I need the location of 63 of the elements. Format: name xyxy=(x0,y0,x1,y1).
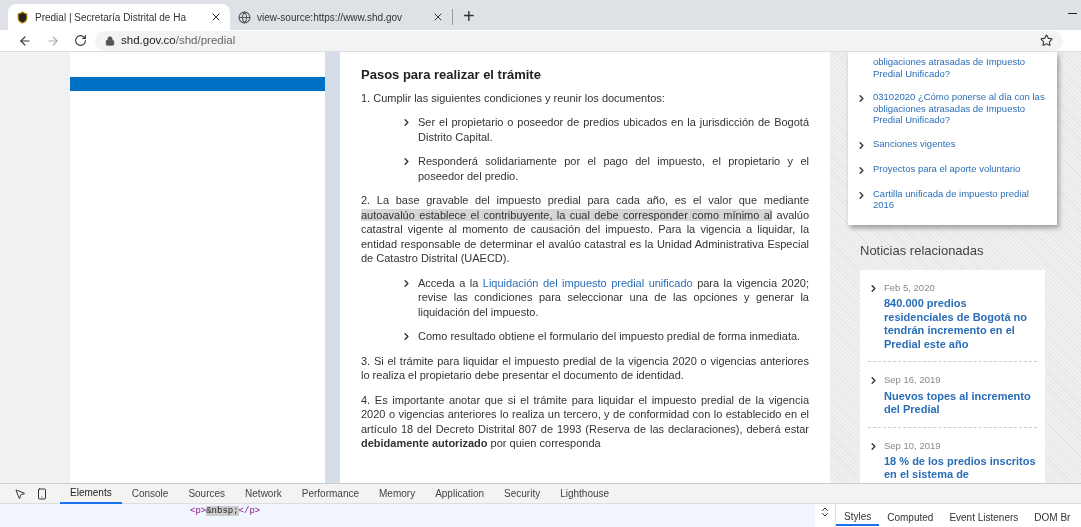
paragraph: 2. La base gravable del impuesto predial para cada año, es el valor que mediante autoavalúo establece el contribuyente, la cual debe corresponder como mínimo al avalúo catastral vigente al momento de causación del impuesto. Para la vigencia a liquidar, la entidad responsable de determinar el avalúo catastral es la Unidad Administrativa Especial de Catastro Distrital (UAECD). xyxy=(361,193,809,266)
devtools-tab[interactable]: Console xyxy=(121,483,179,504)
lock-icon xyxy=(105,35,115,46)
chevron-icon xyxy=(401,156,412,167)
devtools-tab[interactable]: Lighthouse xyxy=(550,483,620,504)
news-heading: Noticias relacionadas xyxy=(860,241,985,260)
link[interactable]: Liquidación del impuesto predial unificado xyxy=(482,276,693,289)
tab-title: Predial | Secretaría Distrital de Ha xyxy=(35,10,187,25)
globe-icon xyxy=(238,10,251,24)
browser-tab[interactable]: view-source:https://www.shd.gov xyxy=(230,4,452,30)
chevron-icon xyxy=(868,375,879,387)
styles-pane-tab[interactable]: Event Listeners xyxy=(941,508,1027,526)
browser-tab[interactable]: Predial | Secretaría Distrital de Ha xyxy=(8,4,230,30)
styles-pane-tab[interactable]: DOM Br xyxy=(1026,508,1079,526)
devtools-tab[interactable]: Memory xyxy=(369,483,426,504)
news-date: Sep 16, 2019 xyxy=(884,373,942,388)
back-icon[interactable] xyxy=(18,33,32,48)
scroll-arrows-icon[interactable] xyxy=(819,506,831,518)
chevron-icon xyxy=(868,283,879,294)
link[interactable]: 03102020 ¿Cómo ponerse al día con las obligaciones atrasadas de Impuesto Predial Unificado? xyxy=(873,91,1049,126)
new-tab-button[interactable]: + xyxy=(453,6,485,26)
address-bar[interactable]: shd.gov.co/shd/predial xyxy=(95,30,1063,51)
chevron-icon xyxy=(856,139,867,151)
chevron-icon xyxy=(401,331,412,342)
news-link[interactable]: 840.000 predios residenciales de Bogotá no tendrán incremento en el Predial este año xyxy=(884,297,1037,352)
chevron-icon xyxy=(856,164,867,176)
styles-pane-tab[interactable]: Styles xyxy=(836,508,880,526)
paragraph: 3. Si el trámite para liquidar el impuesto predial de la vigencia 2020 o vigencias anteriores lo realiza el propietario debe presentar el documento de identidad. xyxy=(361,353,809,383)
devtools-tab[interactable]: Network xyxy=(235,483,292,504)
link[interactable]: Sanciones vigentes xyxy=(873,137,956,151)
devtools-tab[interactable]: Performance xyxy=(291,483,369,504)
paragraph: 4. Es importante anotar que si el trámite para liquidar el impuesto predial de la vigencia 2020 o vigencias anteriores lo realiza un tercero, y de conformidad con lo establecido en el artículo 18 del Decreto Distrital 807 de 1993 (Reserva de las declaraciones), deberá estar debidamente autorizado por quien corresponda xyxy=(361,392,809,451)
news-link[interactable]: 18 % de los predios inscritos en el sistema de xyxy=(884,454,1037,482)
link[interactable]: obligaciones atrasadas de Impuesto Predial Unificado? xyxy=(873,56,1049,79)
news-link[interactable]: Nuevos topes al incremento del Predial xyxy=(884,389,1037,417)
list-item-text: Acceda a la Liquidación del impuesto predial unificado para la vigencia 2020; revise las condiciones para seleccionar una de las opciones y generar la liquidación del impuesto. xyxy=(418,275,809,319)
devtools-tab[interactable]: Security xyxy=(494,483,551,504)
chevron-icon xyxy=(856,93,867,104)
list-item-text: Responderá solidariamente por el pago del impuesto, el propietario y el poseedor del predio. xyxy=(418,154,809,183)
device-icon[interactable] xyxy=(36,487,48,500)
section-heading: Pasos para realizar el trámite xyxy=(361,68,542,83)
tab-title: view-source:https://www.shd.gov xyxy=(257,10,404,25)
news-date: Feb 5, 2020 xyxy=(884,281,936,295)
reload-icon[interactable] xyxy=(74,34,87,47)
devtools-tab[interactable]: Sources xyxy=(178,483,236,504)
styles-pane-tab[interactable]: Computed xyxy=(879,508,942,526)
inspect-icon[interactable] xyxy=(14,487,26,500)
shield-icon xyxy=(16,10,29,24)
chevron-icon xyxy=(401,277,412,289)
chevron-icon xyxy=(401,117,412,128)
bookmark-star-icon[interactable] xyxy=(1040,34,1053,47)
paragraph: 1. Cumplir las siguientes condiciones y reunir los documentos: xyxy=(361,90,666,105)
list-item-text: Como resultado obtiene el formulario del impuesto predial de forma inmediata. xyxy=(418,329,802,344)
link[interactable]: Cartilla unificada de impuesto predial 2016 xyxy=(873,187,1049,211)
close-icon[interactable] xyxy=(432,11,444,23)
devtools-tab[interactable]: Application xyxy=(425,483,495,504)
close-icon[interactable] xyxy=(210,11,222,23)
url-text: shd.gov.co/shd/predial xyxy=(121,32,236,48)
chevron-icon xyxy=(868,440,879,452)
link[interactable]: Proyectos para el aporte voluntario xyxy=(873,162,1021,176)
news-date: Sep 10, 2019 xyxy=(884,438,942,453)
list-item-text: Ser el propietario o poseedor de predios ubicados en la jurisdicción de Bogotá Distrito Capital. xyxy=(418,115,809,144)
chevron-icon xyxy=(856,189,867,201)
